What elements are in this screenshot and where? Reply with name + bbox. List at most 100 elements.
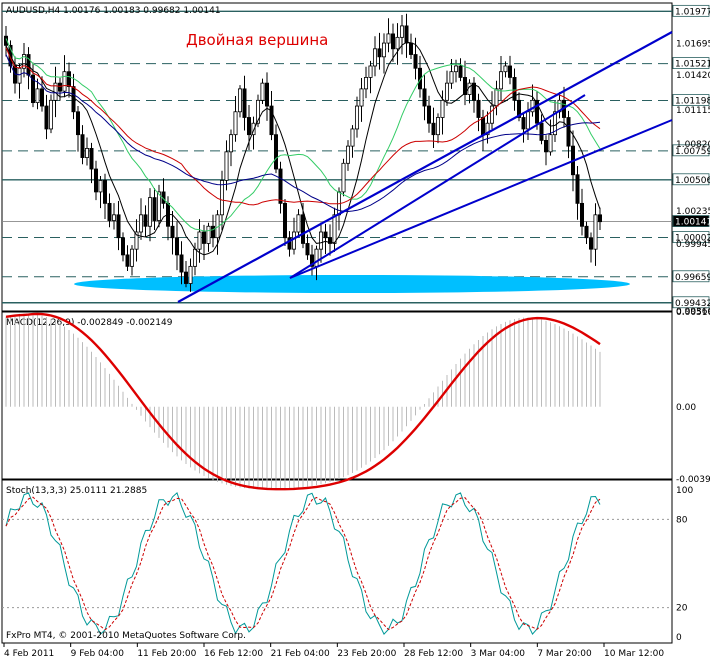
chart-svg: 1.019771.015211.011981.007591.005061.001… <box>1 2 710 659</box>
price-level-tag: 1.00506 <box>675 176 710 186</box>
candle-body <box>471 82 476 101</box>
candle-body <box>598 214 603 223</box>
candle-body <box>575 174 580 204</box>
candle-body <box>242 88 247 118</box>
candle-body <box>422 88 427 107</box>
candle-body <box>89 148 94 170</box>
candle-body <box>188 265 193 284</box>
candle-body <box>323 231 328 239</box>
x-tick-label: 21 Feb 04:00 <box>271 649 330 659</box>
candle-body <box>125 254 130 267</box>
candle-body <box>404 25 409 44</box>
candle-body <box>539 122 544 141</box>
candle-body <box>341 162 346 193</box>
stoch-tick-label: 20 <box>676 604 688 614</box>
candle-body <box>589 237 594 250</box>
candle-body <box>584 225 589 239</box>
candle-body <box>228 134 233 153</box>
candle-body <box>44 105 49 130</box>
price-tick-label: 0.99945 <box>676 240 710 250</box>
candle-body <box>17 67 22 84</box>
candle-body <box>67 71 72 87</box>
candle-body <box>156 191 161 221</box>
candle-body <box>368 65 373 78</box>
stoch-tick-label: 100 <box>676 486 693 496</box>
candle-body <box>386 33 391 44</box>
price-tick-label: 1.01115 <box>676 106 710 116</box>
candle-body <box>112 214 117 221</box>
candle-body <box>372 48 377 67</box>
stoch-tick-label: 0 <box>676 633 682 643</box>
candle-body <box>237 88 242 113</box>
candle-body <box>210 225 215 239</box>
candle-body <box>94 168 99 193</box>
macd-label: MACD(12,26,9) -0.002849 -0.002149 <box>6 318 173 328</box>
candle-body <box>544 139 549 153</box>
x-tick-label: 10 Mar 12:00 <box>604 649 664 659</box>
candle-body <box>206 225 211 244</box>
candle-body <box>183 271 188 284</box>
candle-body <box>174 237 179 256</box>
candle-body <box>440 99 445 118</box>
candle-body <box>58 82 63 92</box>
candle-body <box>305 243 310 256</box>
candle-body <box>377 48 382 58</box>
candle-body <box>521 117 526 130</box>
candle-body <box>107 202 112 221</box>
candle-body <box>197 231 202 250</box>
price-tick-label: 1.01695 <box>676 40 710 50</box>
x-tick-label: 11 Feb 20:00 <box>137 649 196 659</box>
candle-body <box>381 42 386 58</box>
candle-body <box>431 122 436 136</box>
candle-body <box>413 54 418 69</box>
price-tick-label: 1.00820 <box>676 140 710 150</box>
candle-body <box>201 231 206 244</box>
candle-body <box>152 197 157 221</box>
candle-body <box>233 111 238 136</box>
candle-body <box>390 33 395 50</box>
candle-body <box>35 88 40 104</box>
macd-tick-label: 0.00 <box>676 403 696 413</box>
candle-body <box>332 214 337 244</box>
candle-body <box>147 197 152 227</box>
x-tick-label: 9 Feb 04:00 <box>71 649 125 659</box>
pattern-annotation: Двойная вершина <box>186 31 328 49</box>
candle-body <box>273 134 278 170</box>
x-tick-label: 3 Mar 04:00 <box>471 649 526 659</box>
candle-body <box>494 88 499 107</box>
candle-body <box>363 77 368 90</box>
candle-body <box>354 105 359 130</box>
candle-body <box>40 88 45 107</box>
price-tick-label: 1.01420 <box>676 71 710 81</box>
support-trendline <box>177 31 673 303</box>
stoch-d-line <box>5 496 601 631</box>
candle-body <box>593 214 598 250</box>
candle-body <box>503 65 508 73</box>
price-level-tag: 1.01521 <box>675 60 710 70</box>
panel-frame-2 <box>1 479 673 644</box>
candle-body <box>345 145 350 164</box>
candle-body <box>282 202 287 239</box>
macd-tick-label: 0.00516 <box>676 308 710 318</box>
candle-body <box>314 248 319 267</box>
candle-body <box>170 225 175 239</box>
price-level-tag: 1.01977 <box>675 7 710 17</box>
chart-header: AUDUSD,H4 1.00176 1.00183 0.99682 1.0014… <box>6 6 221 16</box>
candle-body <box>103 180 108 204</box>
candle-body <box>350 128 355 147</box>
candle-body <box>224 151 229 181</box>
candle-body <box>300 214 305 244</box>
price-level-tag: 0.99659 <box>675 273 710 283</box>
candle-body <box>76 111 81 136</box>
candle-body <box>291 231 296 250</box>
candle-body <box>580 202 585 227</box>
candle-body <box>49 99 54 130</box>
resistance-trendline-2 <box>289 119 673 279</box>
candle-body <box>246 117 251 136</box>
candle-body <box>449 71 454 84</box>
candle-body <box>526 111 531 130</box>
candle-body <box>80 134 85 158</box>
candle-body <box>62 71 67 92</box>
candle-body <box>143 214 148 227</box>
candle-body <box>476 99 481 118</box>
